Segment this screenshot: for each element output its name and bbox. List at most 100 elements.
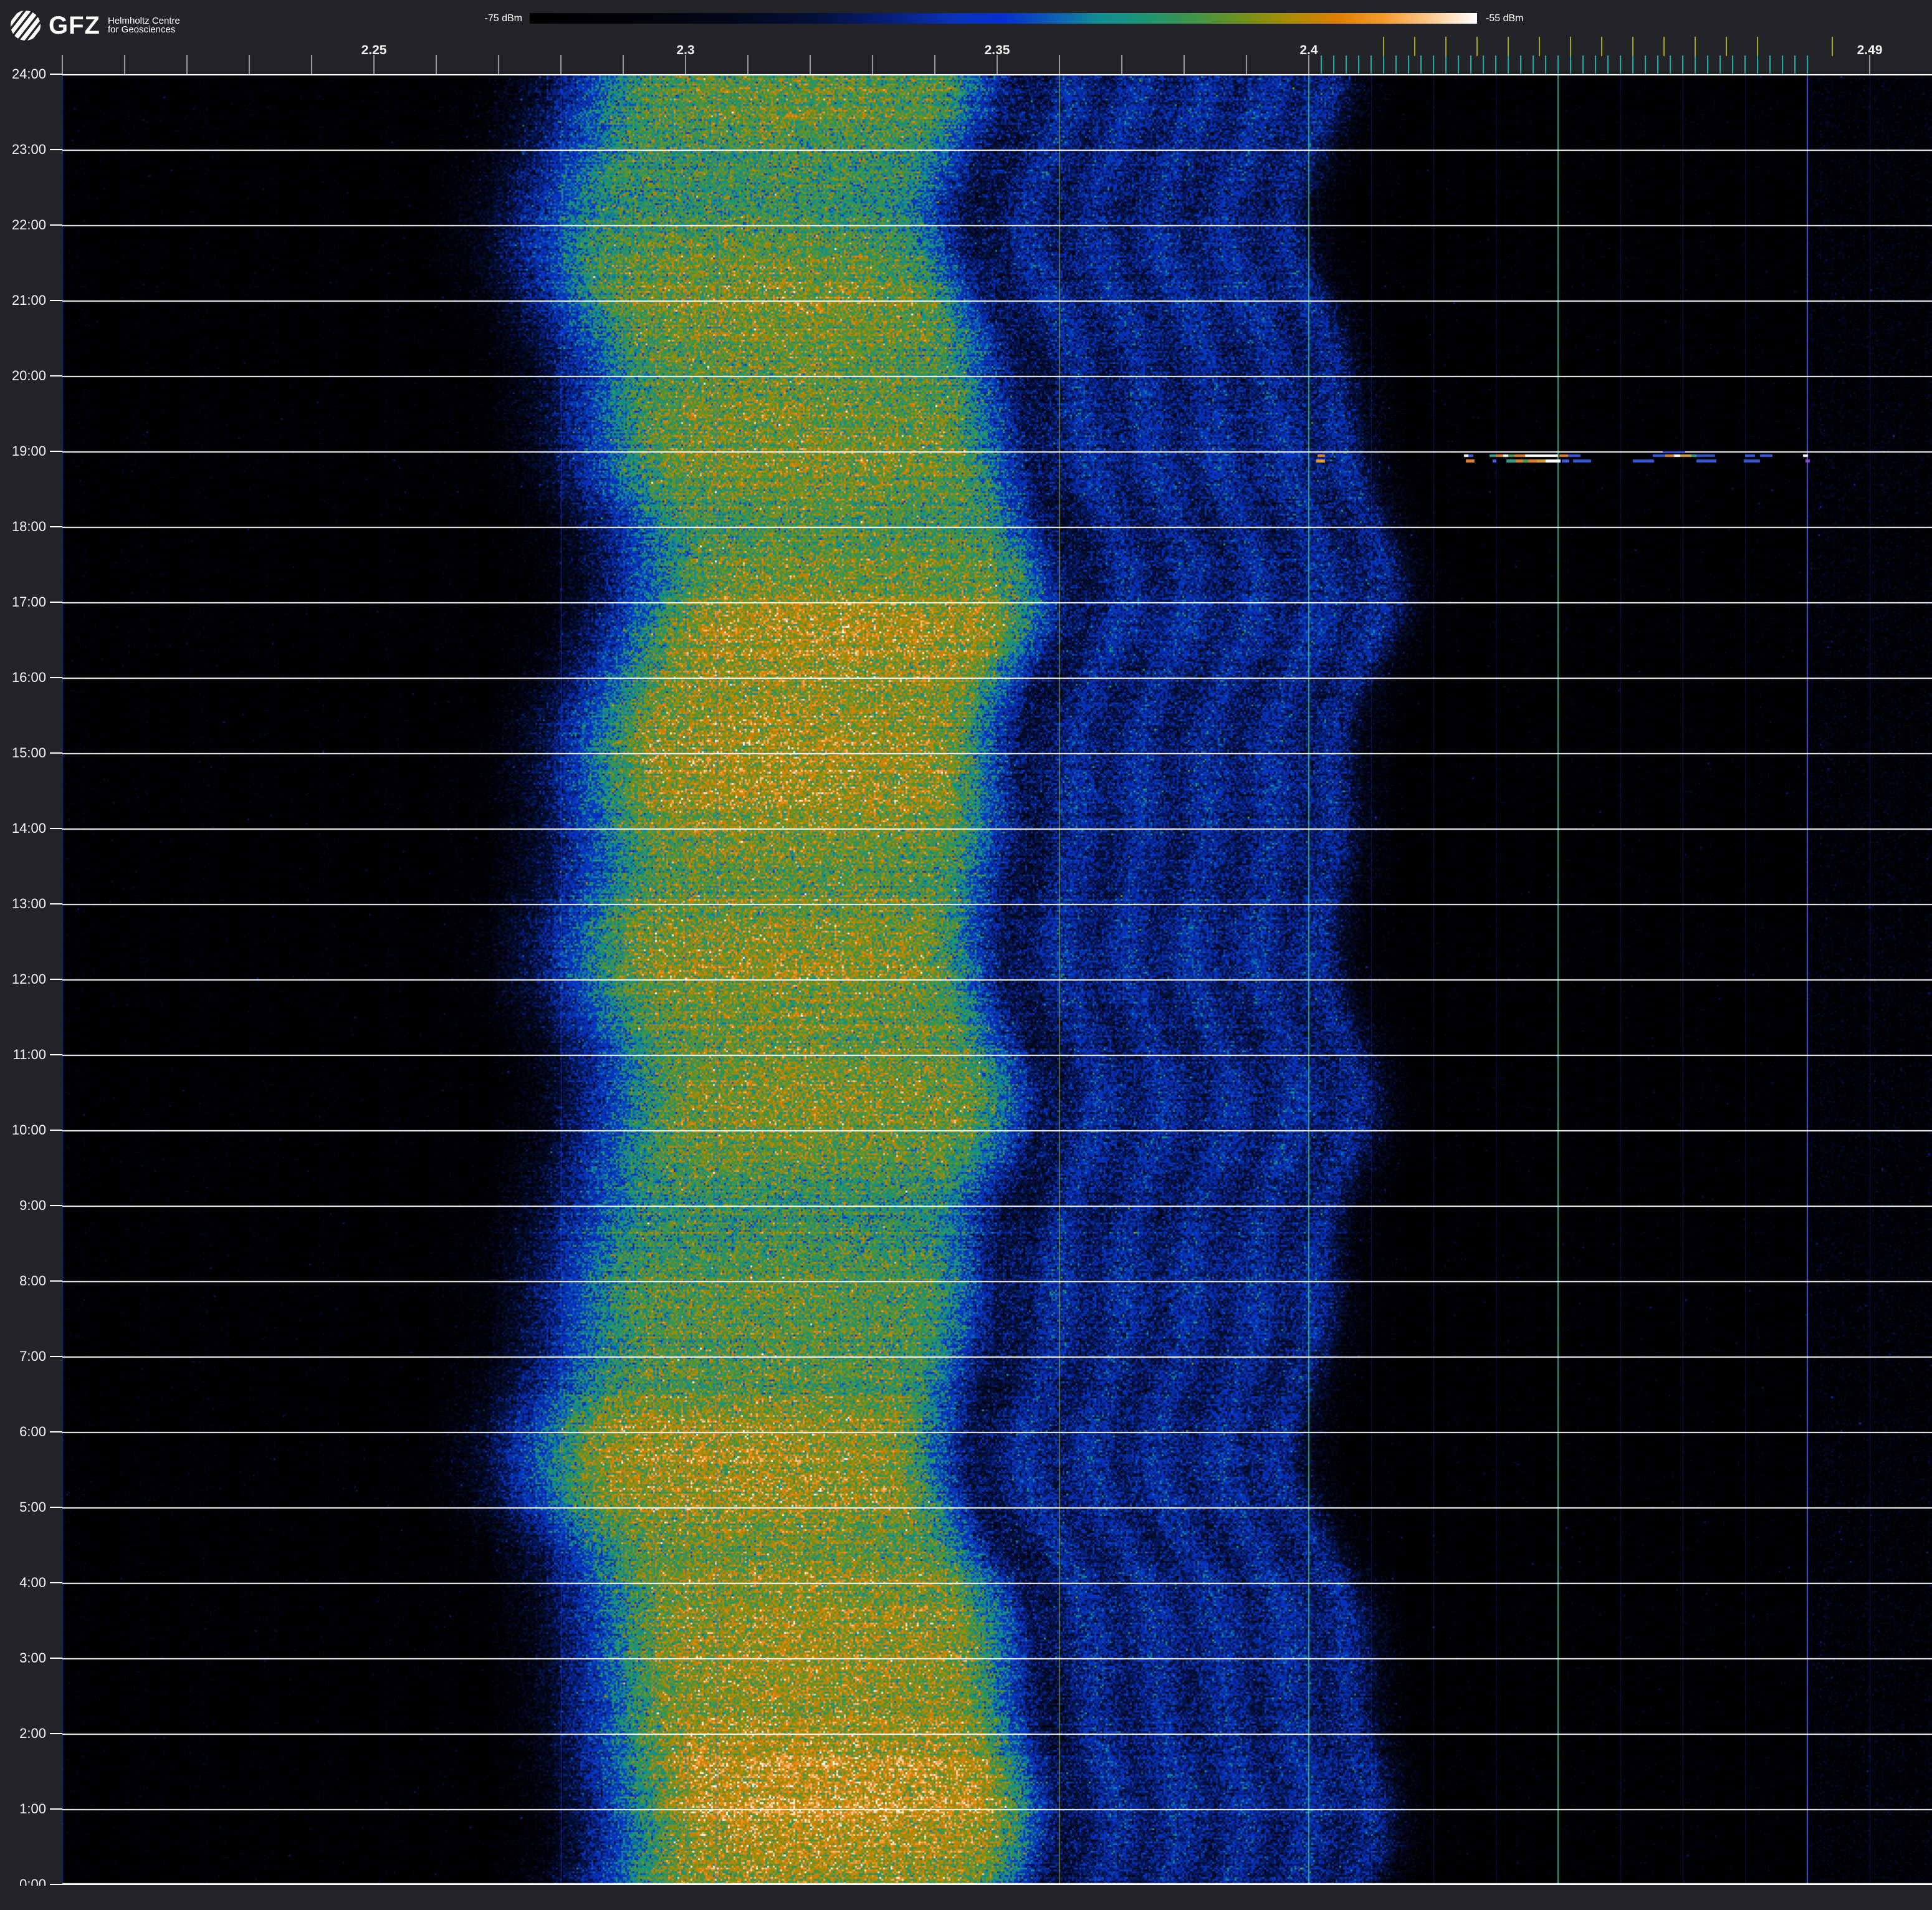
hour-gridline-dash [50, 1582, 62, 1583]
ble-channel-tick [1657, 55, 1658, 74]
wifi-channel-tick [1539, 37, 1540, 56]
logo-wordmark: GFZ [49, 12, 100, 39]
time-axis-label: 1:00 [19, 1801, 46, 1816]
freq-tick [623, 55, 624, 74]
ble-channel-tick [1520, 55, 1521, 74]
ble-channel-tick [1757, 55, 1758, 74]
ble-channel-tick [1645, 55, 1646, 74]
freq-tick [498, 55, 499, 74]
freq-tick [373, 55, 375, 74]
hour-gridline-dash [50, 979, 62, 980]
hour-gridline-dash [50, 1054, 62, 1055]
ble-channel-tick [1595, 55, 1596, 74]
ble-channel-tick [1420, 55, 1422, 74]
ble-channel-tick [1433, 55, 1434, 74]
wifi-channel-tick [1383, 37, 1384, 56]
freq-tick [1246, 55, 1247, 74]
ble-channel-tick [1769, 55, 1771, 74]
wifi-channel-tick [1695, 37, 1696, 56]
hour-gridline-dash [50, 451, 62, 452]
time-axis-label: 24:00 [11, 66, 46, 82]
freq-tick [560, 55, 562, 74]
time-axis-label: 2:00 [19, 1725, 46, 1741]
time-axis-label: 8:00 [19, 1273, 46, 1289]
spectrogram-page: GFZ Helmholtz Centre for Geosciences -75… [0, 0, 1932, 1910]
time-axis-label: 22:00 [11, 217, 46, 233]
ble-channel-tick [1445, 55, 1447, 74]
freq-tick [1121, 55, 1122, 74]
ble-channel-tick [1458, 55, 1459, 74]
time-axis-label: 21:00 [11, 292, 46, 308]
freq-tick [1308, 55, 1309, 74]
footer-bar: https://doi.org/10.5880/GFZ.1.2.2024.003… [0, 1886, 1932, 1910]
freq-tick [872, 55, 873, 74]
gfz-logo-icon [10, 10, 41, 41]
ble-channel-tick [1321, 55, 1322, 74]
ble-channel-tick [1582, 55, 1584, 74]
ble-channel-tick [1408, 55, 1409, 74]
wifi-channel-tick [1832, 37, 1833, 56]
freq-tick [810, 55, 811, 74]
hour-gridline-dash [50, 1507, 62, 1508]
time-axis-label: 14:00 [11, 820, 46, 836]
time-axis-label: 16:00 [11, 669, 46, 685]
time-axis-label: 9:00 [19, 1197, 46, 1213]
hour-gridline-dash [50, 1658, 62, 1659]
time-axis-label: 6:00 [19, 1424, 46, 1439]
hour-gridline-dash [50, 1280, 62, 1282]
freq-tick [685, 55, 686, 74]
ble-channel-tick [1782, 55, 1783, 74]
logo-subtitle-line2: for Geosciences [107, 24, 176, 35]
wifi-channel-tick [1632, 37, 1633, 56]
wifi-channel-tick [1414, 37, 1415, 56]
ble-channel-tick [1508, 55, 1509, 74]
freq-tick [124, 55, 125, 74]
hour-gridline-dash [50, 1205, 62, 1206]
freq-tick [1059, 55, 1060, 74]
ble-channel-tick [1607, 55, 1609, 74]
ble-channel-tick [1794, 55, 1796, 74]
ble-channel-tick [1557, 55, 1559, 74]
hour-gridline-dash [50, 1130, 62, 1131]
wifi-channel-tick [1476, 37, 1478, 56]
time-axis-label: 12:00 [11, 971, 46, 987]
time-axis-label: 13:00 [11, 896, 46, 911]
ble-channel-tick [1358, 55, 1359, 74]
time-axis-label: 4:00 [19, 1575, 46, 1590]
ble-channel-tick [1632, 55, 1633, 74]
hour-gridline-dash [50, 903, 62, 905]
spectrogram-canvas [62, 74, 1932, 1884]
ble-channel-tick [1470, 55, 1471, 74]
hour-gridline-dash [50, 74, 62, 75]
freq-axis-label: 2.3 [676, 43, 695, 57]
hour-gridline-dash [50, 300, 62, 301]
wifi-channel-tick [1757, 37, 1758, 56]
ble-channel-tick [1744, 55, 1746, 74]
bottom-axis-line [50, 1884, 1932, 1885]
time-axis-label: 23:00 [11, 142, 46, 157]
hour-gridline-dash [50, 752, 62, 754]
hour-gridline-dash [50, 677, 62, 678]
freq-tick [1184, 55, 1185, 74]
time-axis-label: 7:00 [19, 1348, 46, 1364]
wifi-channel-tick [1570, 37, 1571, 56]
ble-channel-tick [1370, 55, 1372, 74]
freq-tick [934, 55, 935, 74]
wifi-channel-tick [1445, 37, 1447, 56]
ble-channel-tick [1707, 55, 1708, 74]
freq-tick [186, 55, 188, 74]
logo-subtitle: Helmholtz Centre for Geosciences [107, 16, 180, 35]
time-axis-label: 3:00 [19, 1650, 46, 1666]
hour-gridline-dash [50, 1356, 62, 1357]
ble-channel-tick [1719, 55, 1721, 74]
ble-channel-tick [1807, 55, 1808, 74]
freq-tick [311, 55, 312, 74]
freq-tick [436, 55, 437, 74]
time-axis-label: 10:00 [11, 1122, 46, 1138]
time-axis-label: 20:00 [11, 368, 46, 383]
ble-channel-tick [1346, 55, 1347, 74]
ble-channel-tick [1732, 55, 1733, 74]
hour-gridline-dash [50, 149, 62, 150]
ble-channel-tick [1483, 55, 1484, 74]
ble-channel-tick [1495, 55, 1496, 74]
